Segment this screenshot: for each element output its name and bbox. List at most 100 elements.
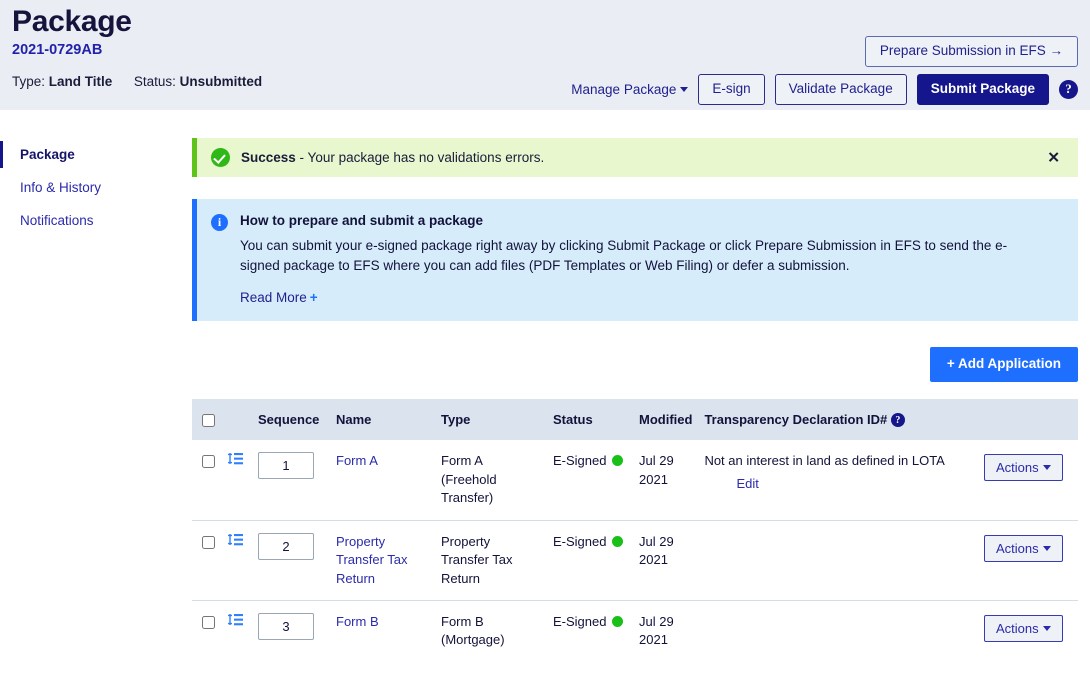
page-title: Package xyxy=(12,5,132,38)
table-toolbar: + Add Application xyxy=(192,346,1078,382)
row-modified-cell: Jul 29 2021 xyxy=(633,520,699,602)
application-name-link[interactable]: Property Transfer Tax Return xyxy=(336,534,408,586)
add-application-button[interactable]: + Add Application xyxy=(929,346,1078,382)
sidebar-item-info-history[interactable]: Info & History xyxy=(0,171,190,204)
chevron-down-icon xyxy=(1042,545,1051,551)
transparency-help-icon[interactable]: ? xyxy=(890,413,905,428)
chevron-down-icon xyxy=(1042,626,1051,632)
chevron-down-icon xyxy=(1042,465,1051,471)
status-label: Status: xyxy=(133,73,176,89)
row-actions-cell: Actions xyxy=(978,601,1078,662)
column-header-transparency-declaration-id: Transparency Declaration ID# ? xyxy=(698,398,978,441)
page-header: Package 2021-0729AB Type: Land Title Sta… xyxy=(0,0,1090,110)
select-all-header xyxy=(192,398,222,441)
success-alert-rest: - Your package has no validations errors… xyxy=(295,150,545,165)
row-modified-cell: Jul 29 2021 xyxy=(639,614,674,648)
row-status-cell: E-Signed xyxy=(547,601,633,662)
sidebar: Package Info & History Notifications xyxy=(0,110,190,662)
read-more-link[interactable]: Read More + xyxy=(240,290,318,305)
status-dot-icon xyxy=(612,616,624,628)
close-icon[interactable]: ✕ xyxy=(1043,148,1064,167)
application-name-link[interactable]: Form B xyxy=(336,614,379,629)
status-label: E-Signed xyxy=(553,533,607,549)
row-name-cell: Form A xyxy=(330,440,435,521)
row-reorder-cell xyxy=(222,440,252,521)
table-row: Form B Form B (Mortgage) E-Signed Jul 29… xyxy=(192,601,1078,662)
row-type-cell: Form A (Freehold Transfer) xyxy=(435,440,547,521)
read-more-label: Read More xyxy=(240,289,307,305)
check-circle-icon xyxy=(211,148,230,167)
table-body: Form A Form A (Freehold Transfer) E-Sign… xyxy=(192,440,1078,662)
column-header-actions xyxy=(978,398,1078,441)
esign-button[interactable]: E-sign xyxy=(698,74,765,105)
row-sequence-cell xyxy=(252,440,330,521)
sidebar-item-label: Notifications xyxy=(20,213,94,228)
reorder-header xyxy=(222,398,252,441)
submit-package-button[interactable]: Submit Package xyxy=(916,74,1049,105)
table-row: Property Transfer Tax Return Property Tr… xyxy=(192,520,1078,602)
row-checkbox[interactable] xyxy=(202,616,215,630)
application-name-link[interactable]: Form A xyxy=(336,453,378,468)
main-content: Success - Your package has no validation… xyxy=(190,110,1090,662)
select-all-checkbox[interactable] xyxy=(202,414,215,428)
column-header-type: Type xyxy=(435,398,547,441)
row-checkbox[interactable] xyxy=(202,455,215,469)
info-alert-body: You can submit your e-signed package rig… xyxy=(240,238,1008,273)
actions-label: Actions xyxy=(996,460,1039,476)
reorder-list-icon[interactable] xyxy=(228,613,243,632)
row-status-cell: E-Signed xyxy=(547,520,633,602)
row-sequence-cell xyxy=(252,520,330,602)
table-row: Form A Form A (Freehold Transfer) E-Sign… xyxy=(192,440,1078,521)
transparency-edit-link[interactable]: Edit xyxy=(736,475,758,493)
row-modified-cell: Jul 29 2021 xyxy=(633,440,699,521)
row-status-cell: E-Signed xyxy=(547,440,633,521)
column-header-status: Status xyxy=(547,398,633,441)
status-dot-icon xyxy=(612,455,624,467)
row-select-cell xyxy=(192,601,222,662)
row-sequence-cell xyxy=(252,601,330,662)
row-name-cell: Property Transfer Tax Return xyxy=(330,520,435,602)
sequence-input[interactable] xyxy=(258,613,314,641)
plus-icon: + xyxy=(309,289,318,305)
validate-package-button[interactable]: Validate Package xyxy=(774,74,907,105)
actions-label: Actions xyxy=(996,621,1039,637)
info-alert-title: How to prepare and submit a package xyxy=(240,213,484,228)
column-header-name: Name xyxy=(330,398,435,441)
row-actions-cell: Actions xyxy=(978,520,1078,602)
sidebar-item-notifications[interactable]: Notifications xyxy=(0,204,190,237)
sidebar-item-package[interactable]: Package xyxy=(0,138,190,171)
actions-dropdown-button[interactable]: Actions xyxy=(984,454,1063,482)
status-dot-icon xyxy=(612,535,624,547)
table-head: Sequence Name Type Status Modified Trans… xyxy=(192,398,1078,441)
column-header-sequence: Sequence xyxy=(252,398,330,441)
status-label: E-Signed xyxy=(553,453,607,469)
actions-label: Actions xyxy=(996,540,1039,556)
manage-package-label: Manage Package xyxy=(571,81,677,97)
reorder-list-icon[interactable] xyxy=(228,452,243,471)
type-value: Land Title xyxy=(48,73,113,89)
row-select-cell xyxy=(192,520,222,602)
transparency-declaration-text: Not an interest in land as defined in LO… xyxy=(704,453,945,469)
success-alert-text: Success - Your package has no validation… xyxy=(241,150,544,165)
reorder-list-icon[interactable] xyxy=(228,533,243,552)
type-label: Type: xyxy=(12,73,46,89)
sequence-input[interactable] xyxy=(258,532,314,560)
help-icon[interactable]: ? xyxy=(1059,79,1078,99)
row-transparency-cell: Not an interest in land as defined in LO… xyxy=(698,440,978,521)
manage-package-dropdown[interactable]: Manage Package xyxy=(571,81,689,97)
column-header-transparency-label: Transparency Declaration ID# xyxy=(704,411,888,427)
status-value: Unsubmitted xyxy=(179,73,263,89)
status-label: E-Signed xyxy=(553,614,607,630)
info-alert: i How to prepare and submit a package Yo… xyxy=(192,199,1078,321)
row-reorder-cell xyxy=(222,601,252,662)
row-transparency-cell xyxy=(698,520,978,602)
row-select-cell xyxy=(192,440,222,521)
prepare-submission-efs-button[interactable]: Prepare Submission in EFS → xyxy=(864,36,1078,67)
chevron-down-icon xyxy=(680,86,689,92)
success-alert: Success - Your package has no validation… xyxy=(192,138,1078,177)
actions-dropdown-button[interactable]: Actions xyxy=(984,615,1063,643)
actions-dropdown-button[interactable]: Actions xyxy=(984,534,1063,562)
sequence-input[interactable] xyxy=(258,452,314,480)
row-actions-cell: Actions xyxy=(978,440,1078,521)
row-checkbox[interactable] xyxy=(202,535,215,549)
